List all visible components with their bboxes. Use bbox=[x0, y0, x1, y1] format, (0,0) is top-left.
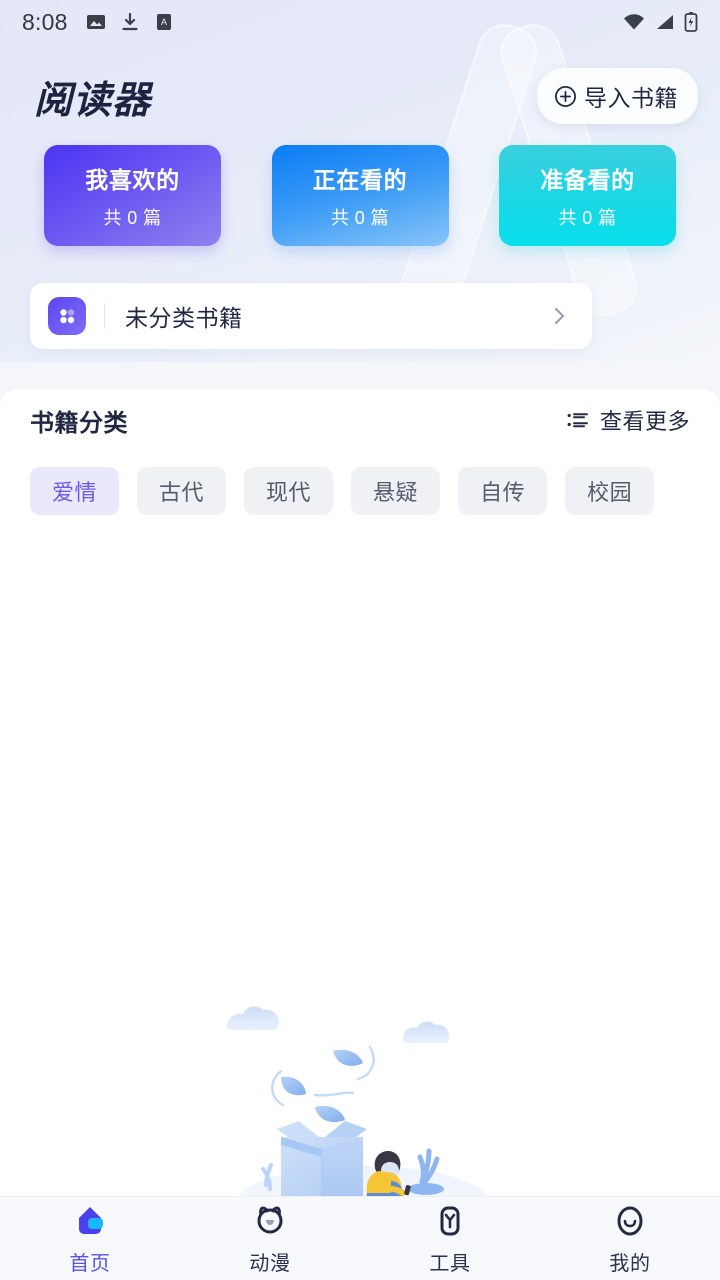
page-title: 阅读器 bbox=[34, 79, 152, 122]
import-books-button[interactable]: 导入书籍 bbox=[537, 68, 698, 124]
signal-icon bbox=[657, 15, 673, 29]
stat-card-count: 共 0 篇 bbox=[558, 208, 617, 228]
stat-card-reading[interactable]: 正在看的 共 0 篇 bbox=[271, 145, 449, 246]
tab-profile[interactable]: 我的 bbox=[540, 1201, 720, 1276]
category-tag-4[interactable]: 自传 bbox=[458, 467, 548, 515]
import-books-label: 导入书籍 bbox=[584, 85, 678, 111]
view-more-label: 查看更多 bbox=[599, 409, 690, 434]
categories-title: 书籍分类 bbox=[30, 409, 128, 437]
stat-card-count: 共 0 篇 bbox=[330, 208, 389, 228]
image-icon bbox=[86, 15, 105, 29]
category-tag-0[interactable]: 爱情 bbox=[30, 467, 120, 515]
uncategorized-books-label: 未分类书籍 bbox=[125, 305, 243, 331]
tab-home[interactable]: 首页 bbox=[0, 1201, 180, 1276]
download-icon bbox=[121, 12, 138, 31]
battery-charging-icon bbox=[684, 12, 698, 32]
tab-profile-label: 我的 bbox=[609, 1253, 651, 1275]
stat-cards: 我喜欢的 共 0 篇 正在看的 共 0 篇 准备看的 共 0 篇 bbox=[0, 145, 720, 246]
svg-text:A: A bbox=[161, 17, 167, 27]
grid-dots-icon bbox=[48, 297, 86, 335]
categories-section-header: 书籍分类 查看更多 bbox=[0, 389, 720, 451]
category-tag-list: 爱情 古代 现代 悬疑 自传 校园 bbox=[0, 451, 720, 515]
tools-icon bbox=[440, 1206, 460, 1236]
app-a-icon: A bbox=[156, 14, 171, 30]
category-tag-5[interactable]: 校园 bbox=[565, 467, 655, 515]
status-left-icons: A bbox=[86, 12, 174, 32]
status-time: 8:08 bbox=[22, 8, 68, 35]
category-tag-3[interactable]: 悬疑 bbox=[351, 467, 441, 515]
stat-card-title: 正在看的 bbox=[312, 167, 408, 193]
category-tag-2[interactable]: 现代 bbox=[244, 467, 334, 515]
app-screen: 8:08 A 阅读器 导入书籍 我喜欢的 共 0 篇 正在看的 共 0 篇 准备… bbox=[0, 0, 720, 1280]
status-right-icons bbox=[622, 11, 698, 33]
divider bbox=[104, 303, 105, 329]
stat-card-title: 我喜欢的 bbox=[85, 167, 180, 193]
list-icon bbox=[567, 413, 588, 428]
view-more-button[interactable]: 查看更多 bbox=[566, 404, 690, 436]
profile-smiley-icon bbox=[617, 1206, 643, 1236]
tab-anime[interactable]: 动漫 bbox=[180, 1201, 360, 1276]
stat-card-toread[interactable]: 准备看的 共 0 篇 bbox=[499, 145, 676, 246]
bear-icon bbox=[257, 1206, 283, 1234]
chevron-right-icon[interactable] bbox=[548, 305, 570, 327]
plus-circle-icon bbox=[555, 85, 576, 107]
bottom-navigation: 首页 动漫 工具 我的 bbox=[0, 1196, 720, 1280]
category-tag-1[interactable]: 古代 bbox=[137, 467, 227, 515]
tab-tools-label: 工具 bbox=[429, 1253, 471, 1275]
stat-card-title: 准备看的 bbox=[540, 167, 635, 193]
tab-anime-label: 动漫 bbox=[249, 1253, 291, 1275]
tab-home-label: 首页 bbox=[69, 1253, 111, 1275]
home-icon bbox=[79, 1207, 103, 1234]
stat-card-count: 共 0 篇 bbox=[103, 208, 162, 228]
header-row: 阅读器 导入书籍 bbox=[0, 58, 720, 134]
stat-card-favorites[interactable]: 我喜欢的 共 0 篇 bbox=[44, 145, 221, 246]
content-sheet: 书籍分类 查看更多 爱情 古代 现代 悬疑 自传 校园 bbox=[0, 389, 720, 1280]
status-bar: 8:08 A bbox=[0, 0, 720, 44]
uncategorized-books-row[interactable]: 未分类书籍 bbox=[30, 283, 592, 349]
wifi-icon bbox=[624, 14, 644, 30]
tab-tools[interactable]: 工具 bbox=[360, 1201, 540, 1276]
